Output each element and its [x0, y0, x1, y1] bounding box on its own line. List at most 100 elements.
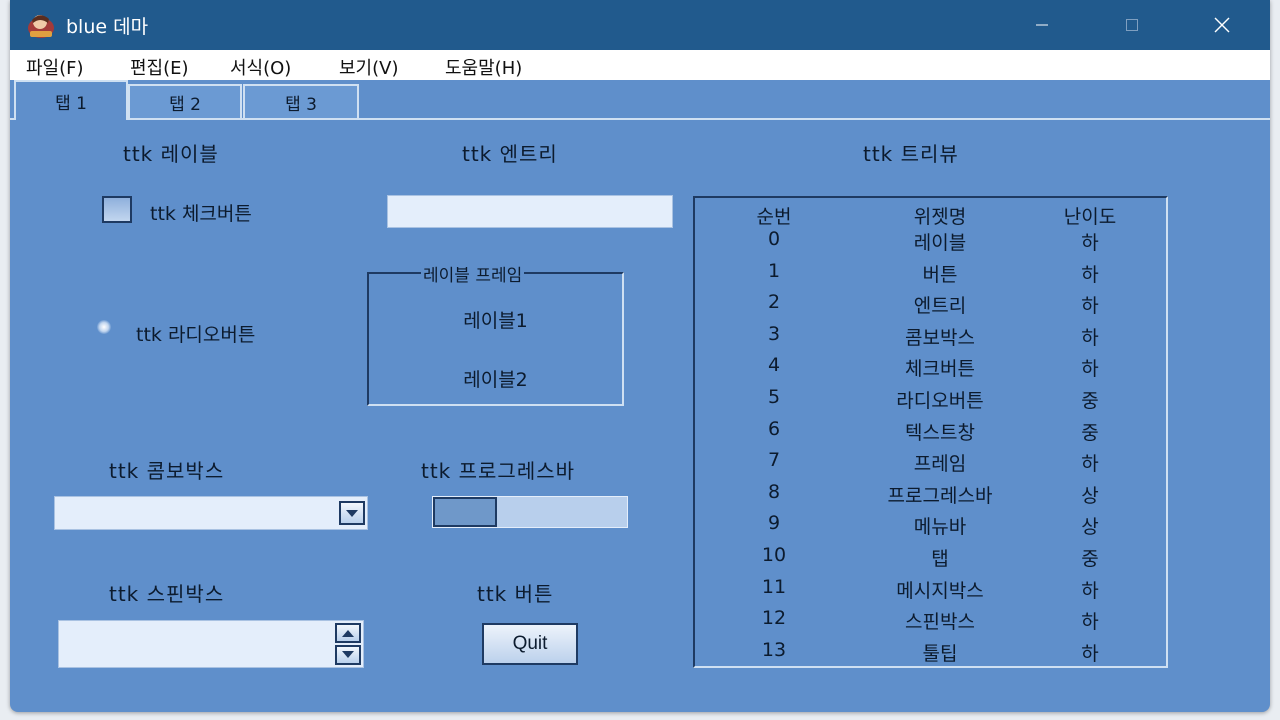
- cell-difficulty: 하: [1081, 295, 1099, 318]
- cell-number: 6: [767, 417, 781, 440]
- cell-difficulty: 하: [1081, 579, 1099, 602]
- combobox-title: ttk 콤보박스: [109, 459, 225, 483]
- cell-widget-name: 라디오버튼: [896, 390, 984, 412]
- cell-widget-name: 프로그레스바: [887, 484, 993, 507]
- menu-edit[interactable]: 편집(E): [130, 54, 189, 80]
- cell-number: 13: [761, 638, 787, 661]
- table-row[interactable]: 8 프로그레스바 상: [695, 481, 1166, 511]
- radio-button[interactable]: [97, 320, 111, 334]
- table-row[interactable]: 5 라디오버튼 중: [695, 386, 1166, 416]
- table-row[interactable]: 10 탭 중: [695, 544, 1166, 574]
- cell-difficulty: 하: [1081, 263, 1099, 286]
- tab-2[interactable]: 탭 2: [128, 84, 242, 118]
- frame-label-2: 레이블2: [463, 369, 528, 391]
- close-button[interactable]: [1178, 0, 1266, 50]
- spinbox[interactable]: [58, 620, 364, 668]
- cell-widget-name: 텍스트창: [905, 421, 975, 444]
- radio-label[interactable]: ttk 라디오버튼: [136, 320, 255, 347]
- table-row[interactable]: 3 콤보박스 하: [695, 323, 1166, 353]
- table-row[interactable]: 11 메시지박스 하: [695, 576, 1166, 606]
- cell-number: 3: [767, 322, 781, 345]
- cell-difficulty: 하: [1081, 642, 1099, 665]
- column-header-widget[interactable]: 위젯명: [850, 202, 1030, 229]
- text-entry[interactable]: [387, 195, 673, 228]
- cell-number: 4: [767, 354, 781, 377]
- cell-number: 8: [767, 480, 781, 503]
- menu-bar: 파일(F) 편집(E) 서식(O) 보기(V) 도움말(H): [10, 50, 1270, 80]
- cell-difficulty: 하: [1081, 232, 1099, 254]
- menu-file[interactable]: 파일(F): [26, 54, 84, 80]
- cell-widget-name: 버튼: [922, 263, 958, 286]
- checkbox-label[interactable]: ttk 체크버튼: [150, 199, 252, 226]
- quit-button[interactable]: Quit: [482, 623, 578, 665]
- table-row[interactable]: 6 텍스트창 중: [695, 418, 1166, 448]
- cell-widget-name: 엔트리: [913, 295, 967, 318]
- cell-widget-name: 프레임: [913, 453, 967, 476]
- cell-number: 2: [767, 291, 781, 314]
- cell-widget-name: 메뉴바: [913, 516, 967, 539]
- cell-difficulty: 중: [1081, 390, 1099, 412]
- combobox-dropdown-button[interactable]: [339, 501, 365, 525]
- tab-strip-border: [10, 118, 1270, 120]
- menu-format[interactable]: 서식(O): [230, 54, 291, 80]
- cell-difficulty: 중: [1081, 548, 1099, 570]
- window-title: blue 데마: [66, 16, 149, 38]
- cell-widget-name: 스핀박스: [905, 611, 975, 634]
- table-row[interactable]: 2 엔트리 하: [695, 291, 1166, 321]
- tab-3[interactable]: 탭 3: [243, 84, 359, 118]
- minimize-button[interactable]: [998, 0, 1086, 50]
- cell-widget-name: 툴팁: [922, 642, 958, 665]
- cell-number: 11: [761, 575, 787, 598]
- app-icon: [26, 11, 56, 39]
- maximize-icon: [1126, 19, 1138, 31]
- table-row[interactable]: 0 레이블 하: [695, 228, 1166, 258]
- column-header-difficulty[interactable]: 난이도: [1040, 202, 1140, 229]
- table-row[interactable]: 13 툴팁 하: [695, 639, 1166, 669]
- cell-difficulty: 하: [1081, 453, 1099, 476]
- cell-difficulty: 중: [1081, 421, 1099, 444]
- cell-difficulty: 하: [1081, 611, 1099, 634]
- dropdown-arrow-icon: [346, 510, 358, 517]
- cell-widget-name: 콤보박스: [905, 326, 975, 349]
- cell-number: 12: [761, 607, 787, 630]
- label-frame-title: 레이블 프레임: [421, 261, 525, 286]
- frame-label-1: 레이블1: [463, 310, 528, 332]
- progressbar-title: ttk 프로그레스바: [421, 459, 576, 483]
- treeview-title: ttk 트리뷰: [863, 142, 959, 166]
- table-row[interactable]: 4 체크버튼 하: [695, 354, 1166, 384]
- entry-title: ttk 엔트리: [462, 142, 558, 166]
- table-row[interactable]: 7 프레임 하: [695, 449, 1166, 479]
- button-title: ttk 버튼: [477, 582, 554, 606]
- label-title: ttk 레이블: [123, 142, 219, 166]
- table-row[interactable]: 1 버튼 하: [695, 260, 1166, 290]
- column-header-number[interactable]: 순번: [729, 202, 819, 229]
- title-bar[interactable]: blue 데마: [10, 0, 1270, 50]
- cell-number: 0: [767, 228, 781, 250]
- close-icon: [1214, 17, 1230, 33]
- table-row[interactable]: 12 스핀박스 하: [695, 607, 1166, 637]
- cell-number: 10: [761, 544, 787, 566]
- minimize-icon: [1036, 24, 1048, 26]
- spinbox-up-button[interactable]: [335, 623, 361, 643]
- tab-1[interactable]: 탭 1: [14, 80, 128, 120]
- cell-difficulty: 하: [1081, 358, 1099, 381]
- app-window: blue 데마 파일(F) 편집(E) 서식(O) 보기(V) 도움말(H) 탭…: [10, 0, 1270, 712]
- menu-view[interactable]: 보기(V): [339, 54, 398, 80]
- cell-widget-name: 체크버튼: [905, 358, 975, 381]
- table-row[interactable]: 9 메뉴바 상: [695, 512, 1166, 542]
- cell-difficulty: 하: [1081, 326, 1099, 349]
- progress-bar: [432, 496, 628, 528]
- cell-number: 7: [767, 449, 781, 472]
- cell-widget-name: 탭: [931, 548, 949, 570]
- spinbox-down-button[interactable]: [335, 645, 361, 665]
- treeview[interactable]: 순번 위젯명 난이도 0 레이블 하 1 버튼 하 2 엔트리 하 3 콤보박스 하 4 체크버튼 하 5 라디…: [693, 196, 1168, 668]
- cell-widget-name: 레이블: [913, 232, 967, 254]
- cell-number: 1: [767, 259, 781, 282]
- combobox[interactable]: [54, 496, 368, 530]
- maximize-button[interactable]: [1088, 0, 1176, 50]
- cell-widget-name: 메시지박스: [896, 579, 984, 602]
- spinbox-title: ttk 스핀박스: [109, 582, 225, 606]
- progress-bar-fill: [433, 497, 498, 527]
- checkbox[interactable]: [102, 196, 132, 223]
- menu-help[interactable]: 도움말(H): [445, 54, 522, 80]
